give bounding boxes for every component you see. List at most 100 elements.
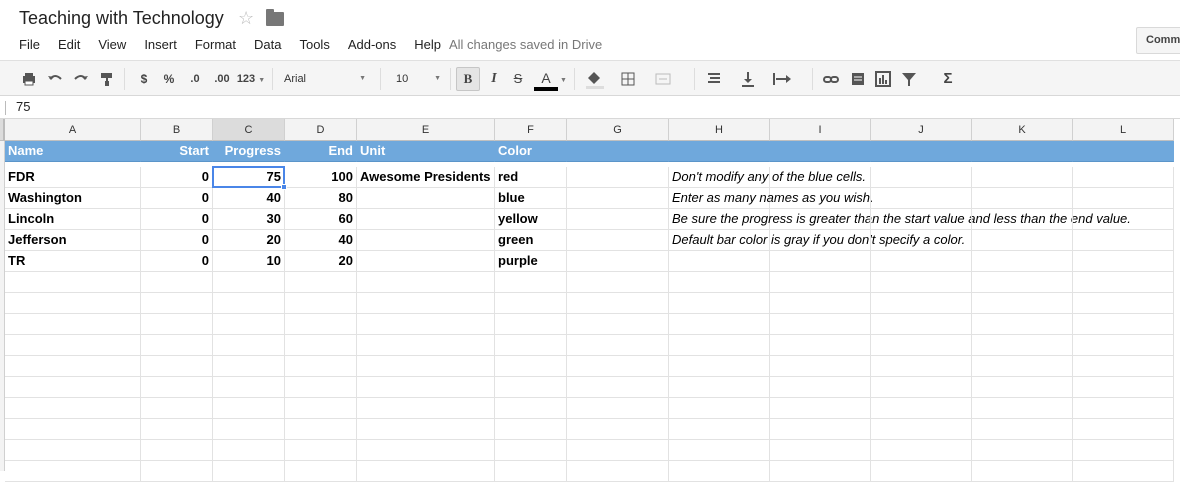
cell-l[interactable]	[1073, 356, 1174, 377]
cell-l[interactable]	[1073, 188, 1174, 209]
cell-a[interactable]	[5, 461, 141, 482]
cell-l[interactable]	[1073, 461, 1174, 482]
cell-f[interactable]	[495, 314, 567, 335]
cell-l[interactable]	[1073, 272, 1174, 293]
cell-c[interactable]	[213, 335, 285, 356]
cell-f[interactable]: Color	[495, 141, 567, 162]
cell-d[interactable]	[285, 440, 357, 461]
menu-edit[interactable]: Edit	[49, 37, 89, 53]
cell-e[interactable]: Unit	[357, 141, 495, 162]
filter-icon[interactable]	[900, 69, 918, 89]
cell-j[interactable]	[871, 356, 972, 377]
cell-g[interactable]	[567, 293, 669, 314]
cell-k[interactable]	[972, 230, 1073, 251]
cell-j[interactable]	[871, 188, 972, 209]
cell-d[interactable]: 40	[285, 230, 357, 251]
cell-i[interactable]	[770, 335, 871, 356]
formula-input[interactable]: 75	[16, 99, 30, 114]
cell-c[interactable]	[213, 461, 285, 482]
cell-l[interactable]	[1073, 141, 1174, 162]
menu-format[interactable]: Format	[186, 37, 245, 53]
cell-i[interactable]	[770, 188, 871, 209]
cell-c[interactable]: 10	[213, 251, 285, 272]
cell-e[interactable]	[357, 293, 495, 314]
cell-k[interactable]	[972, 398, 1073, 419]
cell-i[interactable]	[770, 293, 871, 314]
cell-b[interactable]	[141, 398, 213, 419]
cell-i[interactable]	[770, 272, 871, 293]
fill-color-icon[interactable]	[584, 69, 606, 89]
cell-h[interactable]: Default bar color is gray if you don't s…	[669, 230, 965, 251]
cell-a[interactable]: FDR	[5, 167, 141, 188]
cell-f[interactable]: green	[495, 230, 567, 251]
cell-c[interactable]: 20	[213, 230, 285, 251]
cell-l[interactable]	[1073, 398, 1174, 419]
cell-l[interactable]	[1073, 314, 1174, 335]
italic-button[interactable]: I	[486, 69, 502, 89]
cell-e[interactable]	[357, 461, 495, 482]
cell-e[interactable]	[357, 188, 495, 209]
cell-g[interactable]	[567, 251, 669, 272]
cell-e[interactable]	[357, 314, 495, 335]
font-size-select[interactable]: 10 ▼	[396, 69, 444, 89]
cell-g[interactable]	[567, 356, 669, 377]
cell-k[interactable]	[972, 209, 1073, 230]
borders-icon[interactable]	[620, 69, 636, 89]
increase-decimal-button[interactable]: .00	[210, 69, 234, 89]
cell-h[interactable]	[669, 398, 770, 419]
cell-a[interactable]: Name	[5, 141, 141, 162]
cell-g[interactable]	[567, 188, 669, 209]
cell-h[interactable]: Enter as many names as you wish.	[669, 188, 874, 209]
cell-e[interactable]: Awesome Presidents	[357, 167, 495, 188]
document-title[interactable]: Teaching with Technology	[19, 8, 224, 29]
font-family-select[interactable]: Arial ▼	[284, 69, 370, 89]
fill-handle[interactable]	[281, 184, 287, 190]
cell-f[interactable]: blue	[495, 188, 567, 209]
cell-l[interactable]	[1073, 167, 1174, 188]
cell-d[interactable]	[285, 293, 357, 314]
menu-tools[interactable]: Tools	[290, 37, 338, 53]
cell-f[interactable]	[495, 419, 567, 440]
cell-d[interactable]: 20	[285, 251, 357, 272]
link-icon[interactable]	[822, 69, 840, 89]
cell-j[interactable]	[871, 398, 972, 419]
percent-format-button[interactable]: %	[160, 69, 178, 89]
comment-icon[interactable]	[850, 69, 866, 89]
column-header-e[interactable]: E	[357, 119, 495, 141]
cell-j[interactable]	[871, 314, 972, 335]
cell-l[interactable]	[1073, 419, 1174, 440]
cell-b[interactable]: 0	[141, 209, 213, 230]
undo-icon[interactable]	[46, 69, 64, 89]
column-header-g[interactable]: G	[567, 119, 669, 141]
cell-c[interactable]	[213, 377, 285, 398]
cell-e[interactable]	[357, 398, 495, 419]
cell-k[interactable]	[972, 314, 1073, 335]
cell-b[interactable]	[141, 293, 213, 314]
cell-h[interactable]: Don't modify any of the blue cells.	[669, 167, 866, 188]
cell-l[interactable]	[1073, 377, 1174, 398]
cell-l[interactable]	[1073, 293, 1174, 314]
redo-icon[interactable]	[72, 69, 90, 89]
cell-k[interactable]	[972, 377, 1073, 398]
cell-i[interactable]	[770, 356, 871, 377]
cell-l[interactable]	[1073, 230, 1174, 251]
print-icon[interactable]	[20, 69, 38, 89]
cell-d[interactable]	[285, 335, 357, 356]
cell-a[interactable]	[5, 293, 141, 314]
cell-f[interactable]: yellow	[495, 209, 567, 230]
star-icon[interactable]: ☆	[238, 8, 254, 29]
cell-h[interactable]	[669, 141, 770, 162]
cell-i[interactable]	[770, 167, 871, 188]
cell-f[interactable]	[495, 335, 567, 356]
cell-h[interactable]: Be sure the progress is greater than the…	[669, 209, 1131, 230]
strikethrough-button[interactable]: S	[510, 69, 526, 89]
cell-h[interactable]	[669, 272, 770, 293]
cell-h[interactable]	[669, 377, 770, 398]
cell-a[interactable]: Jefferson	[5, 230, 141, 251]
cell-h[interactable]	[669, 356, 770, 377]
column-header-k[interactable]: K	[972, 119, 1073, 141]
cell-h[interactable]	[669, 419, 770, 440]
menu-insert[interactable]: Insert	[135, 37, 186, 53]
cell-g[interactable]	[567, 440, 669, 461]
cell-c[interactable]	[213, 440, 285, 461]
